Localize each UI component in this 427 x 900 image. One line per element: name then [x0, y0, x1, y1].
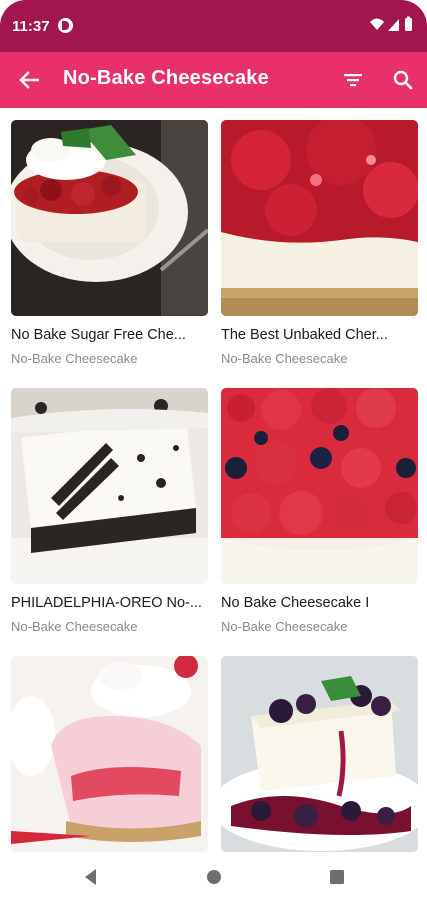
recipe-grid: No Bake Sugar Free Che... No-Bake Cheese…: [0, 108, 427, 852]
recipe-card[interactable]: The Best Unbaked Cher... No-Bake Cheesec…: [221, 120, 418, 366]
recipe-card[interactable]: PHILADELPHIA-OREO No-... No-Bake Cheesec…: [11, 388, 208, 634]
nav-home-button[interactable]: [203, 866, 225, 888]
signal-icon: [388, 19, 399, 31]
recipe-card[interactable]: [11, 656, 208, 852]
recipe-image: [11, 120, 208, 316]
battery-icon: [405, 18, 412, 31]
nav-back-button[interactable]: [80, 866, 102, 888]
back-triangle-icon: [85, 869, 96, 885]
app-notification-icon: [58, 18, 73, 33]
filter-button[interactable]: [338, 66, 368, 94]
home-circle-icon: [207, 870, 221, 884]
back-arrow-icon: [19, 71, 40, 89]
status-bar: 11:37: [0, 0, 427, 52]
recipe-category: No-Bake Cheesecake: [11, 619, 138, 634]
recipe-image: [11, 656, 208, 852]
recents-square-icon: [330, 870, 344, 884]
status-time: 11:37: [12, 18, 50, 35]
recipe-card[interactable]: [221, 656, 418, 852]
recipe-title: PHILADELPHIA-OREO No-...: [11, 595, 202, 611]
recipe-title: No Bake Cheesecake I: [221, 595, 370, 611]
recipe-card[interactable]: No Bake Sugar Free Che... No-Bake Cheese…: [11, 120, 208, 366]
page-title: No-Bake Cheesecake: [63, 67, 269, 89]
recipe-category: No-Bake Cheesecake: [11, 351, 138, 366]
recipe-image: [11, 388, 208, 584]
back-button[interactable]: [14, 66, 44, 94]
recipe-image: [221, 120, 418, 316]
system-nav-bar: [0, 852, 427, 900]
app-bar: No-Bake Cheesecake: [0, 52, 427, 108]
search-icon: [393, 70, 413, 90]
recipe-title: The Best Unbaked Cher...: [221, 327, 388, 343]
recipe-card[interactable]: No Bake Cheesecake I No-Bake Cheesecake: [221, 388, 418, 634]
wifi-icon: [370, 18, 384, 30]
search-button[interactable]: [388, 66, 418, 94]
recipe-category: No-Bake Cheesecake: [221, 619, 348, 634]
status-icons: [370, 16, 412, 31]
recipe-image: [221, 656, 418, 852]
nav-recents-button[interactable]: [326, 866, 348, 888]
recipe-category: No-Bake Cheesecake: [221, 351, 348, 366]
recipe-image: [221, 388, 418, 584]
recipe-title: No Bake Sugar Free Che...: [11, 327, 186, 343]
filter-icon: [344, 74, 362, 87]
